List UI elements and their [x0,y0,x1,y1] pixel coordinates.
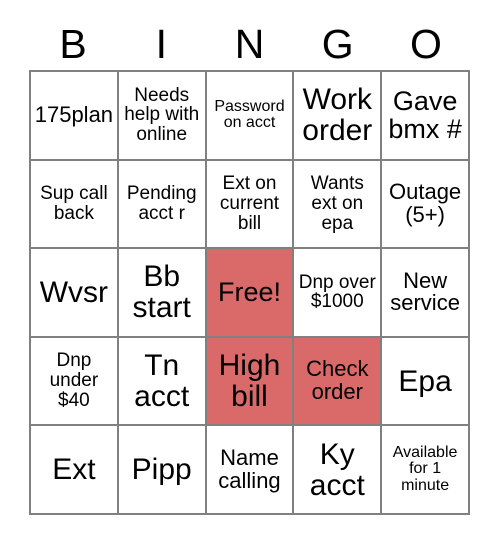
bingo-cell-label: Outage (5+) [389,179,462,227]
bingo-cell-label: New service [390,267,460,316]
bingo-cell-label: Check order [306,356,369,405]
bingo-header-row: B I N G O [29,18,470,70]
bingo-cell-label: Available for 1 minute [392,443,458,494]
bingo-cell-label: Pipp [131,453,192,487]
bingo-cell-label: Dnp over $1000 [298,271,376,313]
bingo-header-letter-o: O [409,20,442,67]
bingo-cell[interactable]: High bill [206,337,295,427]
bingo-grid: 175plan Needs help with online Password … [29,70,470,515]
bingo-cell[interactable]: Epa [382,337,470,427]
bingo-card: B I N G O 175plan Needs help with online… [0,0,500,544]
bingo-cell-label: Wants ext on epa [310,173,364,234]
bingo-cell[interactable]: Bb start [118,249,207,338]
bingo-header-letter-n: N [234,20,265,67]
bingo-cell[interactable]: Name calling [206,426,295,515]
bingo-cell-label: High bill [218,348,281,414]
bingo-cell[interactable]: Dnp over $1000 [294,249,383,338]
bingo-cell[interactable]: Password on acct [206,72,295,161]
bingo-cell-label: Free! [217,277,281,308]
bingo-cell[interactable]: Work order [294,72,383,161]
bingo-cell[interactable]: Outage (5+) [382,160,470,250]
bingo-cell[interactable]: Pipp [118,426,207,515]
bingo-cell-label: Bb start [132,260,191,325]
bingo-cell-label: Pending acct r [126,183,197,224]
bingo-cell[interactable]: Check order [294,337,383,427]
bingo-cell[interactable]: Ext on current bill [206,160,295,250]
bingo-cell-label: Work order [302,83,373,148]
bingo-cell-label: Ext [52,453,96,487]
bingo-cell-label: Needs help with online [124,84,200,146]
bingo-cell-free-space[interactable]: Free! [206,249,295,338]
bingo-cell[interactable]: Wants ext on epa [294,160,383,250]
bingo-cell-label: Gave bmx # [388,86,462,145]
bingo-cell[interactable]: 175plan [31,72,119,161]
bingo-header-letter-g: G [321,20,354,67]
bingo-cell[interactable]: Available for 1 minute [382,426,470,515]
bingo-cell-label: Name calling [218,444,281,493]
bingo-cell-label: Epa [398,364,452,398]
bingo-cell[interactable]: Sup call back [31,160,119,250]
bingo-cell[interactable]: Pending acct r [118,160,207,250]
bingo-cell-label: Ext on current bill [219,173,280,234]
bingo-cell[interactable]: Gave bmx # [382,72,470,161]
bingo-cell[interactable]: Needs help with online [118,72,207,161]
bingo-cell[interactable]: Ext [31,426,119,515]
bingo-cell-label: Password on acct [214,97,285,132]
bingo-cell[interactable]: Dnp under $40 [31,337,119,427]
bingo-cell-label: Dnp under $40 [49,350,99,411]
bingo-cell-label: 175plan [34,101,114,127]
bingo-cell[interactable]: New service [382,249,470,338]
bingo-cell-label: Wvsr [39,275,109,309]
bingo-cell[interactable]: Wvsr [31,249,119,338]
bingo-header-letter-i: I [155,20,167,67]
bingo-cell[interactable]: Ky acct [294,426,383,515]
bingo-cell-label: Sup call back [40,183,108,224]
bingo-cell-label: Tn acct [134,348,190,414]
bingo-header-letter-b: B [59,20,87,67]
bingo-cell[interactable]: Tn acct [118,337,207,427]
bingo-cell-label: Ky acct [309,437,365,502]
